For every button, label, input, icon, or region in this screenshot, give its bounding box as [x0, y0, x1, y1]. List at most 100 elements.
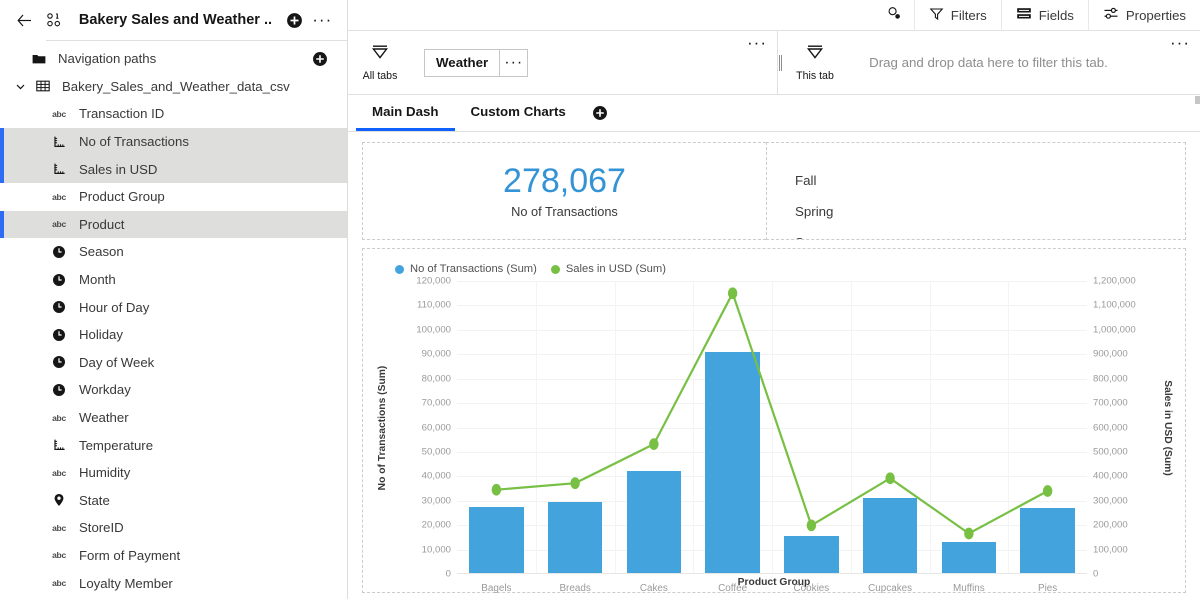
tab-main-dash[interactable]: Main Dash	[356, 95, 455, 131]
field-type-icon	[48, 245, 70, 259]
all-tabs-overflow-menu-icon[interactable]: ···	[747, 34, 767, 51]
legend-label: No of Transactions (Sum)	[410, 263, 537, 275]
sidebar-item-no-of-transactions[interactable]: No of Transactions	[0, 127, 347, 156]
sidebar-item-dataset[interactable]: Bakery_Sales_and_Weather_data_csv	[0, 73, 347, 101]
field-type-icon: abc	[48, 578, 70, 588]
sidebar-item-month[interactable]: Month	[0, 266, 347, 294]
sidebar-item-holiday[interactable]: Holiday	[0, 321, 347, 349]
sidebar-item-hour-of-day[interactable]: Hour of Day	[0, 293, 347, 321]
line-point-muffins[interactable]	[964, 527, 974, 540]
all-tabs-button[interactable]: All tabs	[348, 43, 412, 82]
chevron-down-icon[interactable]	[12, 78, 28, 94]
sidebar-item-label: Product	[79, 216, 125, 232]
clock-icon	[53, 356, 65, 369]
sidebar-item-label: Hour of Day	[79, 299, 150, 315]
line-point-breads[interactable]	[570, 477, 580, 490]
main-scrollbar[interactable]	[1195, 96, 1200, 104]
kpi-label: No of Transactions	[511, 204, 618, 220]
sidebar-item-transaction-id[interactable]: abc Transaction ID	[0, 100, 347, 128]
sidebar-item-loyalty-member[interactable]: abc Loyalty Member	[0, 569, 347, 597]
this-tab-overflow-menu-icon[interactable]: ···	[1170, 34, 1190, 51]
overflow-menu-icon[interactable]: ···	[310, 7, 335, 33]
sidebar-item-product[interactable]: abc Product	[0, 210, 347, 239]
abc-type-icon: abc	[52, 108, 66, 119]
sidebar-item-form-of-payment[interactable]: abc Form of Payment	[0, 542, 347, 570]
y2-tick-label: 400,000	[1093, 470, 1128, 482]
field-type-icon: abc	[48, 468, 70, 478]
season-list-widget[interactable]: Fall Spring Summer	[766, 142, 1186, 240]
legend-swatch	[550, 264, 560, 274]
search-icon	[887, 6, 902, 24]
legend-item-transactions[interactable]: No of Transactions (Sum)	[395, 263, 537, 275]
field-type-icon: abc	[48, 523, 70, 533]
line-point-coffee[interactable]	[727, 287, 738, 300]
line-point-cupcakes[interactable]	[885, 472, 895, 485]
y-tick-label: 20,000	[421, 519, 451, 531]
clock-icon	[53, 328, 65, 341]
sidebar-item-label: Season	[79, 244, 124, 260]
sidebar-item-product-group[interactable]: abc Product Group	[0, 183, 347, 211]
sidebar-item-day-of-week[interactable]: Day of Week	[0, 349, 347, 377]
y-tick-label: 120,000	[416, 275, 451, 287]
top-toolbar: Filters Fields Properties	[348, 0, 1200, 31]
sidebar-item-temperature[interactable]: Temperature	[0, 431, 347, 459]
list-item[interactable]: Spring	[795, 196, 1185, 227]
plot-canvas	[457, 281, 1087, 574]
sidebar-item-storeid[interactable]: abc StoreID	[0, 514, 347, 542]
back-arrow-icon[interactable]	[12, 7, 37, 33]
grip-lines	[779, 54, 782, 71]
search-button[interactable]	[875, 0, 914, 31]
add-navigation-path-icon[interactable]	[307, 46, 333, 72]
sidebar-item-state[interactable]: State	[0, 487, 347, 515]
tab-label: Custom Charts	[470, 104, 566, 119]
dashboard-canvas: 278,067 No of Transactions Fall Spring S…	[348, 132, 1200, 599]
field-type-icon	[48, 355, 70, 369]
line-point-cakes[interactable]	[649, 438, 659, 450]
tab-label: Main Dash	[372, 104, 439, 119]
list-item[interactable]: Fall	[795, 165, 1185, 196]
line-point-pies[interactable]	[1042, 485, 1053, 497]
sales-line-path	[496, 293, 1047, 533]
this-tab-button[interactable]: This tab	[783, 43, 847, 82]
sidebar-item-label: Month	[79, 272, 116, 288]
list-item[interactable]: Summer	[795, 227, 1185, 239]
legend-swatch	[395, 264, 404, 274]
page-title: Bakery Sales and Weather ...	[78, 12, 273, 28]
field-type-icon	[48, 300, 70, 314]
x-axis-line	[457, 573, 1087, 574]
funnel-icon	[369, 43, 391, 68]
filter-dropzone-hint[interactable]: Drag and drop data here to filter this t…	[847, 55, 1200, 70]
combo-chart-widget[interactable]: No of Transactions (Sum) Sales in USD (S…	[362, 248, 1186, 594]
sidebar-item-humidity[interactable]: abc Humidity	[0, 459, 347, 487]
filter-chip-overflow-icon[interactable]: ···	[499, 49, 527, 76]
clock-icon	[53, 383, 65, 396]
y-tick-label: 0	[445, 568, 451, 580]
legend-item-sales[interactable]: Sales in USD (Sum)	[550, 263, 666, 275]
add-tab-icon[interactable]	[582, 95, 618, 131]
kpi-widget[interactable]: 278,067 No of Transactions	[362, 142, 766, 240]
tab-custom-charts[interactable]: Custom Charts	[455, 95, 582, 131]
binary-icon[interactable]	[39, 7, 68, 33]
sidebar-item-sales-in-usd[interactable]: Sales in USD	[0, 155, 347, 183]
y-tick-label: 50,000	[421, 446, 451, 458]
x-tick-label: Bagels	[481, 583, 512, 594]
abc-type-icon: abc	[52, 578, 66, 589]
fields-button[interactable]: Fields	[1000, 0, 1088, 31]
line-point-bagels[interactable]	[491, 483, 502, 496]
all-tabs-filter-pane: All tabs Weather ··· ···	[348, 31, 778, 94]
sidebar-item-workday[interactable]: Workday	[0, 376, 347, 404]
dashboard-tabs: Main Dash Custom Charts	[348, 95, 1200, 132]
sidebar-item-season[interactable]: Season	[0, 238, 347, 266]
line-point-cookies[interactable]	[806, 519, 817, 532]
filter-chip-weather[interactable]: Weather ···	[424, 48, 529, 77]
y-tick-label: 100,000	[416, 324, 451, 336]
sidebar-item-navigation-paths[interactable]: Navigation paths	[0, 45, 347, 73]
y2-tick-label: 600,000	[1093, 422, 1128, 433]
y-tick-label: 110,000	[417, 299, 451, 311]
filters-button[interactable]: Filters	[913, 0, 1001, 31]
sidebar-item-weather[interactable]: abc Weather	[0, 404, 347, 432]
properties-button[interactable]: Properties	[1087, 0, 1200, 31]
add-icon[interactable]	[282, 7, 307, 33]
sidebar-item-label: Navigation paths	[58, 51, 157, 67]
y2-tick-label: 500,000	[1093, 446, 1128, 458]
